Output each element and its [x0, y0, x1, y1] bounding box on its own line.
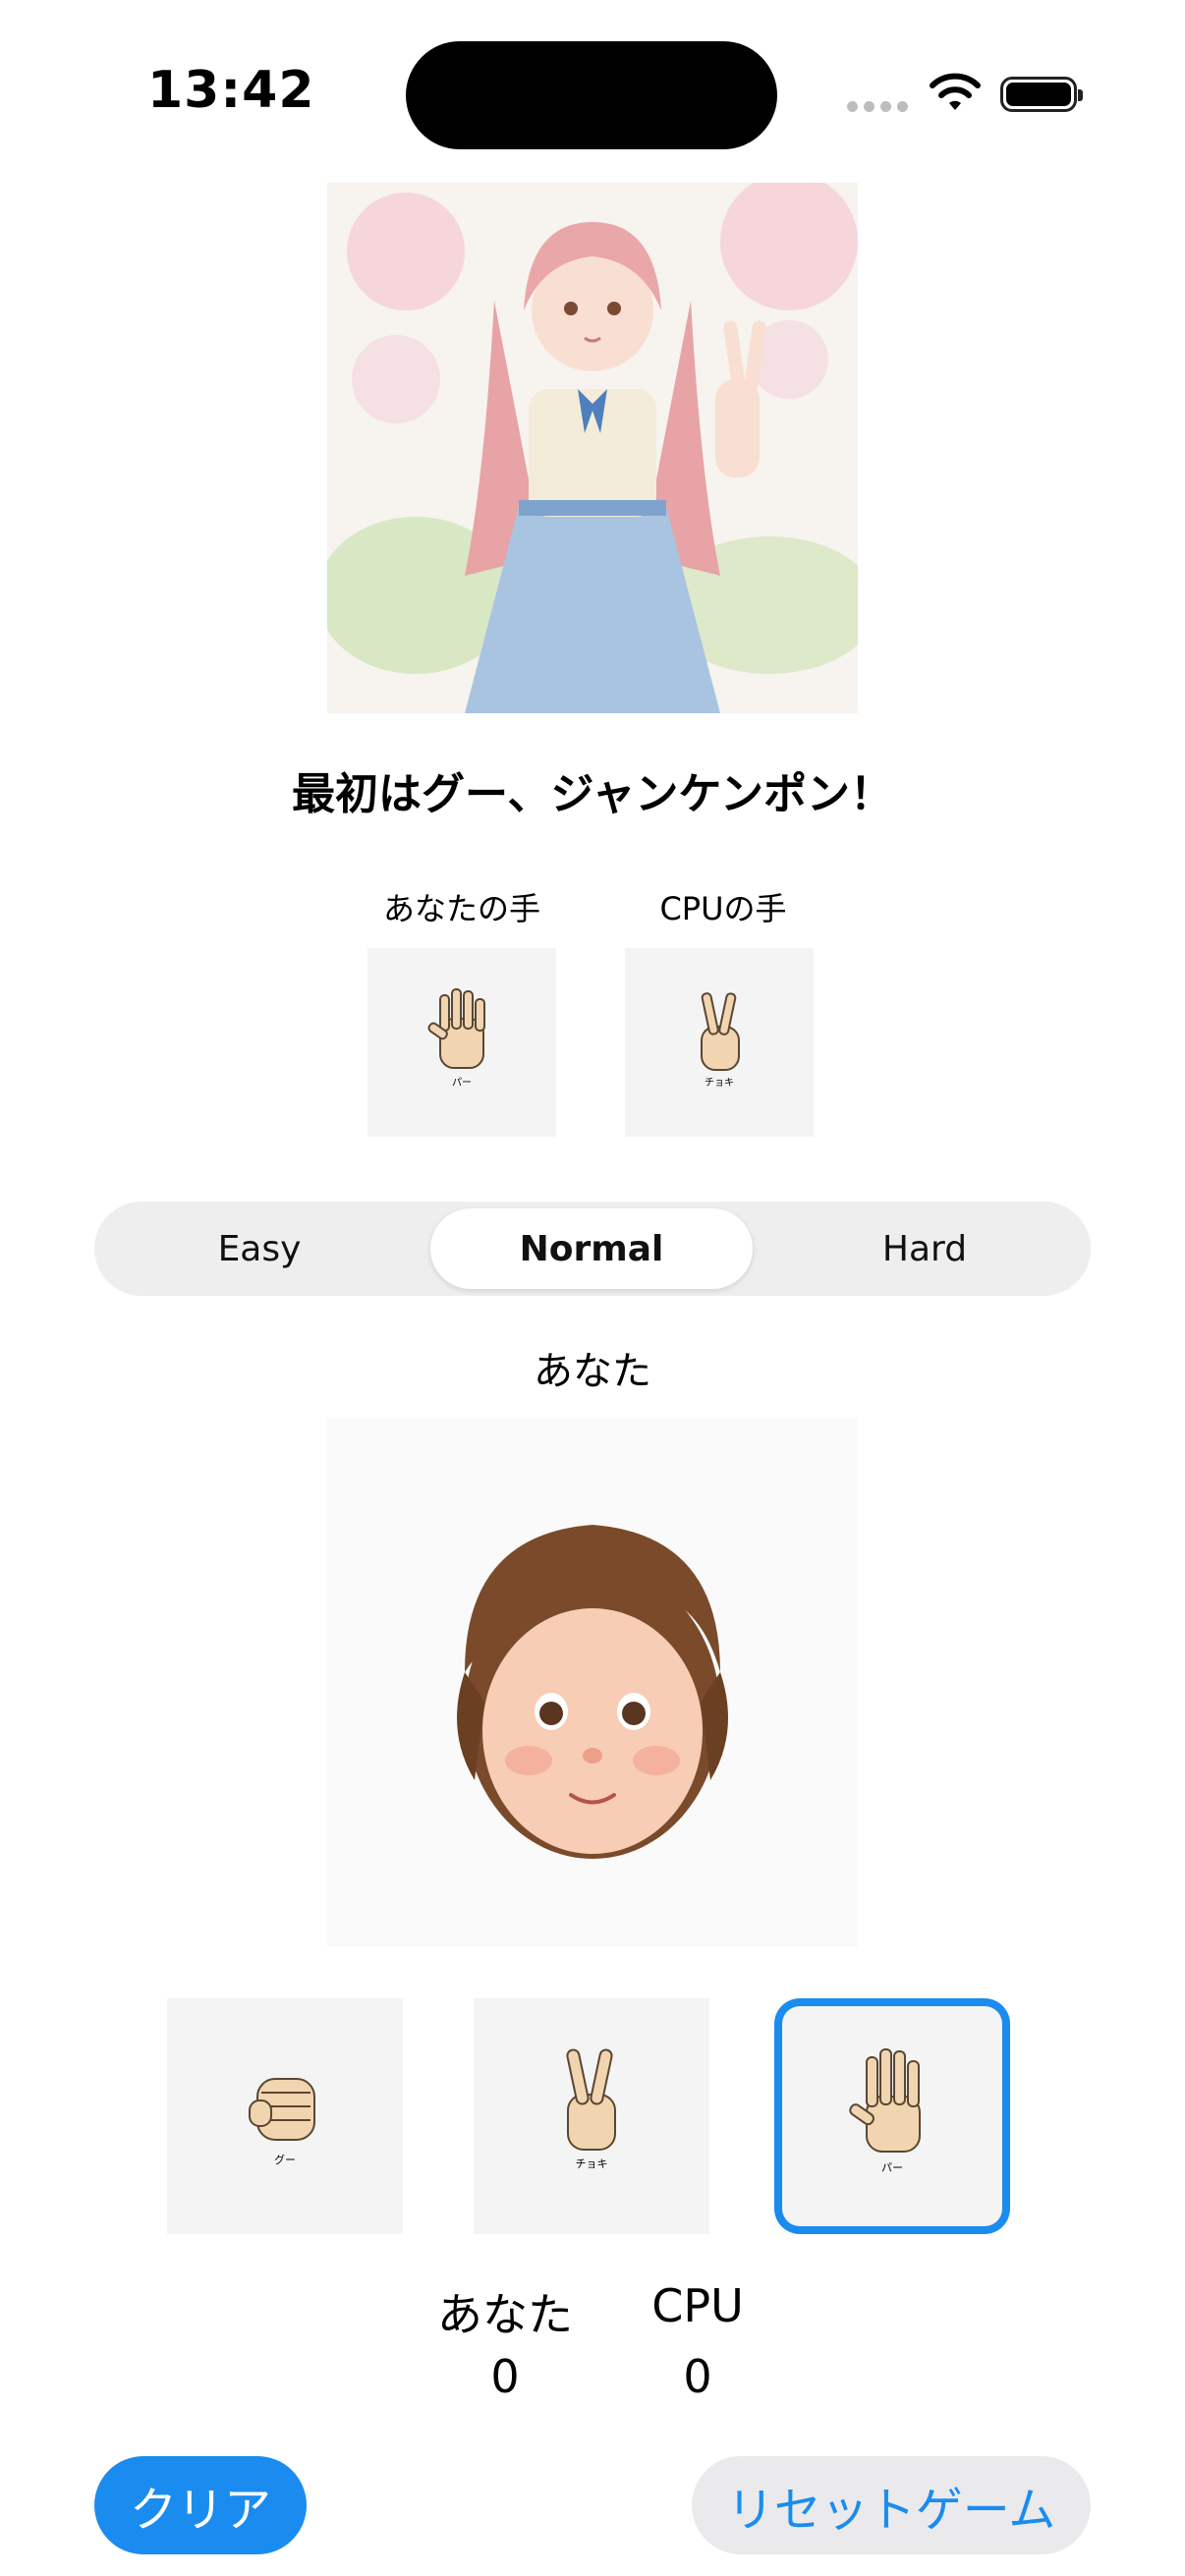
status-time: 13:42 [147, 61, 315, 120]
your-hand-display: パー [367, 948, 556, 1137]
cpu-hand-display: チョキ [625, 948, 814, 1137]
svg-text:チョキ: チョキ [705, 1077, 734, 1089]
difficulty-segmented-control: Easy Normal Hard [94, 1202, 1091, 1296]
cpu-hand-label: CPUの手 [659, 890, 787, 927]
cpu-score-label: CPU [651, 2279, 744, 2332]
your-hand-label: あなたの手 [382, 890, 540, 927]
clear-button[interactable]: クリア [94, 2456, 307, 2554]
paper-choice-button[interactable]: パー [774, 1998, 1010, 2234]
battery-icon [1000, 77, 1083, 112]
scissors-choice-button[interactable]: チョキ [474, 1998, 709, 2234]
cpu-character-image [327, 183, 858, 713]
player-label: あなた [534, 1349, 651, 1394]
svg-text:パー: パー [452, 1077, 472, 1089]
scissors-hand-icon: チョキ [566, 2048, 616, 2170]
cellular-signal-icon [847, 101, 908, 112]
svg-text:チョキ: チョキ [576, 2157, 608, 2170]
paper-hand-icon: パー [427, 988, 485, 1089]
player-score-label: あなた [437, 2288, 573, 2341]
game-prompt-title: 最初はグー、ジャンケンポン！ [291, 769, 894, 819]
dynamic-island [406, 41, 777, 149]
svg-text:グー: グー [274, 2153, 296, 2166]
player-avatar [327, 1417, 858, 1947]
rock-choice-button[interactable]: グー [167, 1998, 403, 2234]
scissors-hand-icon: チョキ [701, 992, 740, 1089]
wifi-icon [930, 73, 981, 110]
rock-hand-icon: グー [249, 2078, 315, 2166]
svg-text:パー: パー [881, 2161, 903, 2174]
player-score-value: 0 [490, 2350, 520, 2403]
difficulty-easy-option[interactable]: Easy [102, 1208, 417, 1289]
difficulty-normal-option[interactable]: Normal [430, 1208, 753, 1289]
difficulty-hard-option[interactable]: Hard [766, 1208, 1083, 1289]
reset-game-button[interactable]: リセットゲーム [692, 2456, 1091, 2554]
paper-hand-icon: パー [849, 2048, 921, 2174]
cpu-score-value: 0 [683, 2350, 712, 2403]
